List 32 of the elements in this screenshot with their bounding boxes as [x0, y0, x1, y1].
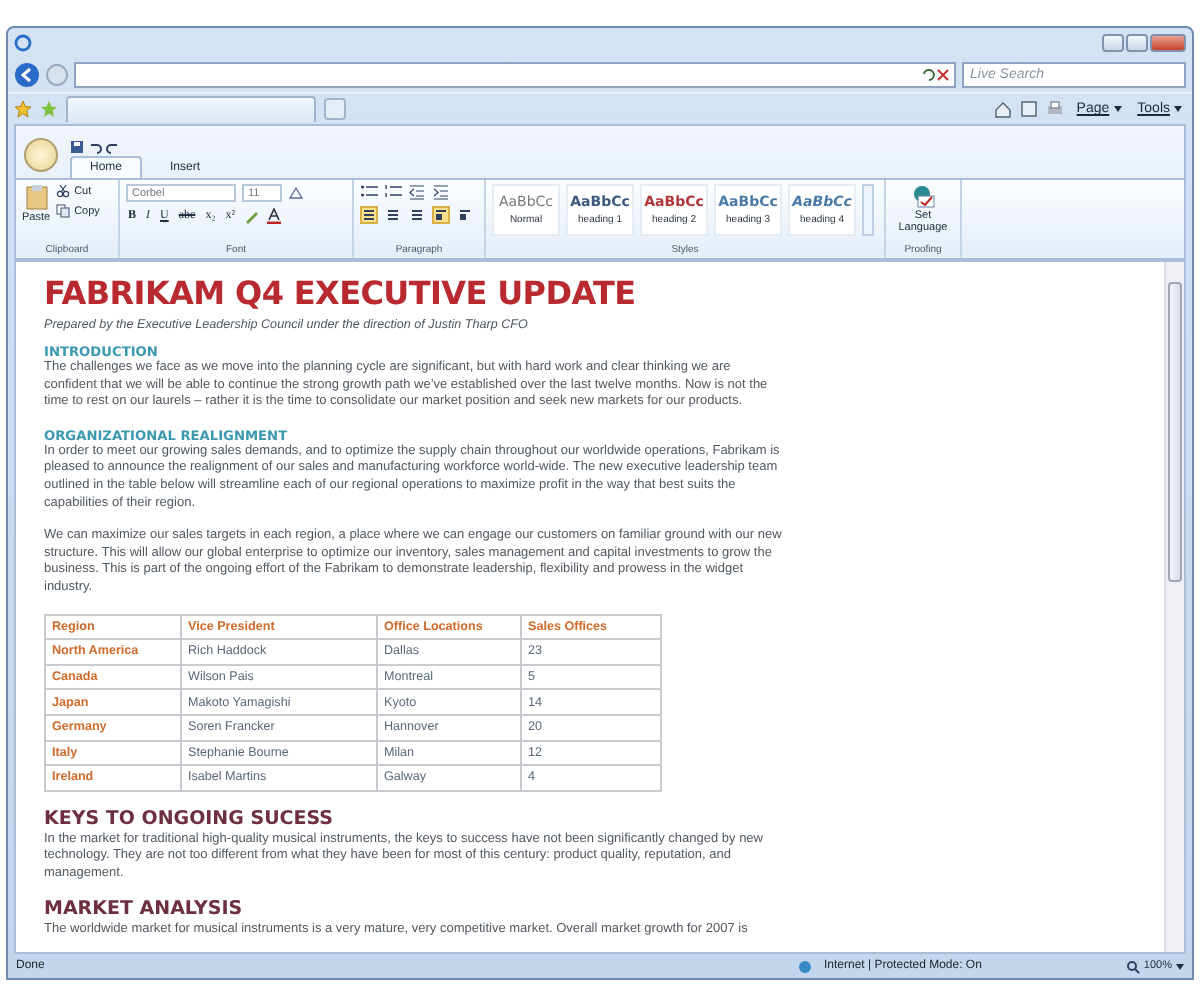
- caret-icon: [1176, 963, 1184, 969]
- align-button[interactable]: [384, 206, 402, 224]
- star-icon[interactable]: [14, 100, 32, 118]
- save-icon[interactable]: [70, 140, 84, 154]
- scissors-icon: [56, 184, 71, 198]
- caret-icon: [1174, 106, 1182, 112]
- print-icon[interactable]: [1046, 100, 1065, 118]
- align-button[interactable]: [408, 206, 426, 224]
- align-button[interactable]: [360, 206, 378, 224]
- undo-icon[interactable]: [88, 140, 102, 154]
- copy-icon: [56, 204, 71, 218]
- document-title: FABRIKAM Q4 EXECUTIVE UPDATE: [44, 274, 638, 312]
- minimize-button[interactable]: [1102, 34, 1124, 52]
- text-direction-button[interactable]: [432, 206, 450, 224]
- numbered-list-icon[interactable]: [384, 184, 402, 200]
- decrease-indent-icon[interactable]: [408, 184, 426, 200]
- font-color-icon[interactable]: [265, 208, 282, 224]
- redo-icon[interactable]: [106, 140, 120, 154]
- stop-icon[interactable]: [936, 68, 950, 82]
- refresh-icon[interactable]: [922, 68, 936, 82]
- text-direction-button[interactable]: [456, 206, 474, 224]
- bullet-list-icon[interactable]: [360, 184, 378, 200]
- magnifier-icon: [1125, 959, 1140, 973]
- clipboard-icon: [25, 184, 48, 210]
- maximize-button[interactable]: [1126, 34, 1148, 52]
- heading: MARKET ANALYSIS: [44, 898, 245, 921]
- home-icon[interactable]: [994, 100, 1013, 118]
- increase-indent-icon[interactable]: [432, 184, 450, 200]
- heading: KEYS TO ONGOING SUCESS: [44, 807, 336, 830]
- back-button-icon[interactable]: [14, 62, 40, 88]
- feed-icon[interactable]: [1020, 100, 1039, 118]
- caret-icon: [1113, 106, 1122, 112]
